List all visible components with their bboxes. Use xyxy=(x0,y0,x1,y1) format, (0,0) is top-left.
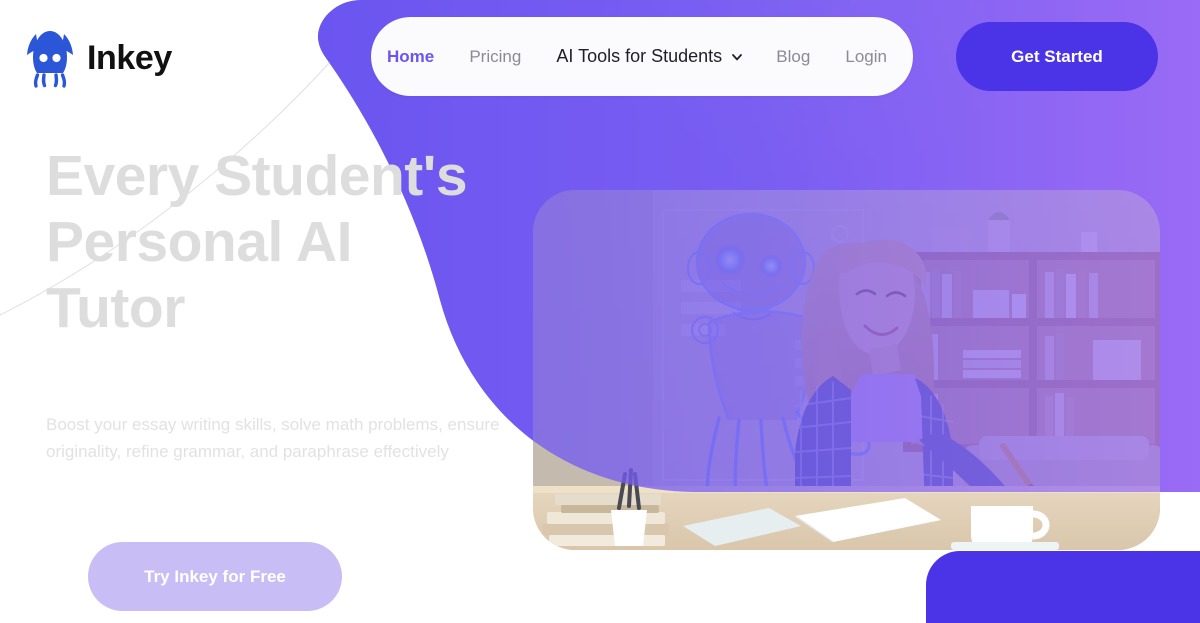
nav-item-blog[interactable]: Blog xyxy=(774,41,812,73)
landing-page: Inkey Home Pricing AI Tools for Students… xyxy=(0,0,1200,623)
nav-item-login[interactable]: Login xyxy=(843,41,889,73)
nav-item-ai-tools-label: AI Tools for Students xyxy=(556,46,723,66)
hero-subcopy: Boost your essay writing skills, solve m… xyxy=(46,415,500,461)
chevron-down-icon xyxy=(732,53,743,60)
brand-logo[interactable]: Inkey xyxy=(24,28,172,88)
nav-item-ai-tools-for-students[interactable]: AI Tools for Students xyxy=(554,40,743,73)
hero-image xyxy=(533,190,1160,550)
brand-name: Inkey xyxy=(87,39,172,77)
main-navigation: Home Pricing AI Tools for Students Blog … xyxy=(371,17,913,96)
hero-illustration xyxy=(533,190,1160,550)
try-inkey-for-free-button[interactable]: Try Inkey for Free xyxy=(88,542,342,611)
nav-item-home[interactable]: Home xyxy=(385,41,436,73)
get-started-button[interactable]: Get Started xyxy=(956,22,1158,91)
nav-item-pricing[interactable]: Pricing xyxy=(467,41,523,73)
corner-accent-block xyxy=(926,551,1200,623)
squid-logo-icon xyxy=(27,31,73,88)
page-title: Every Student's Personal AI Tutor xyxy=(46,144,468,340)
